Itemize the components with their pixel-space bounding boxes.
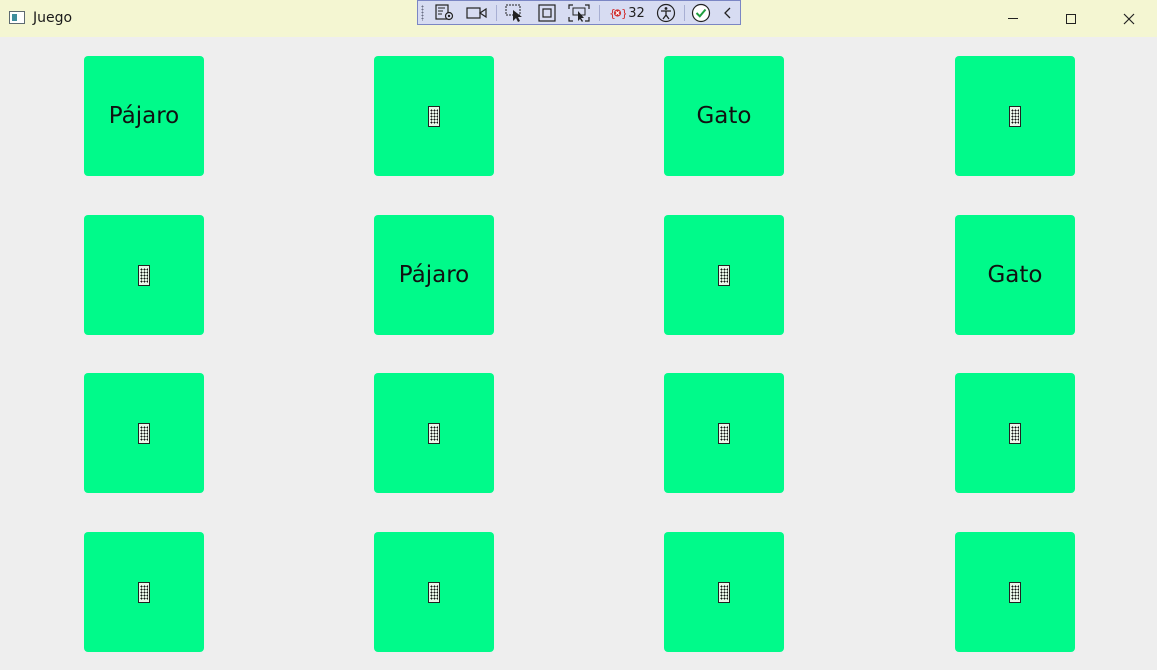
window-title: Juego xyxy=(33,10,73,26)
live-visual-tree-icon[interactable] xyxy=(433,3,457,23)
card-r2c3[interactable] xyxy=(955,373,1075,493)
card-r0c3[interactable] xyxy=(955,56,1075,176)
camera-icon[interactable] xyxy=(465,3,489,23)
binding-failures-count: 32 xyxy=(628,5,645,21)
card-back-icon xyxy=(718,581,730,603)
card-back-icon xyxy=(1009,581,1021,603)
card-label: Gato xyxy=(696,103,752,129)
card-r1c2[interactable] xyxy=(664,215,784,335)
select-element-icon[interactable] xyxy=(503,3,527,23)
card-back-icon xyxy=(428,422,440,444)
toolbar-separator xyxy=(684,5,685,21)
card-label: Gato xyxy=(987,262,1043,288)
svg-text:}: } xyxy=(621,7,626,20)
hot-reload-ok-icon[interactable] xyxy=(689,3,713,23)
binding-failures-button[interactable]: { } 32 xyxy=(606,3,648,23)
maximize-icon xyxy=(1066,13,1076,24)
card-r2c0[interactable] xyxy=(84,373,204,493)
card-back-icon xyxy=(138,422,150,444)
card-back-icon xyxy=(718,264,730,286)
toolbar-grip-icon[interactable] xyxy=(421,5,424,21)
card-r2c1[interactable] xyxy=(374,373,494,493)
close-icon xyxy=(1123,13,1135,24)
card-label: Pájaro xyxy=(398,262,470,288)
toolbar-separator xyxy=(599,5,600,21)
accessibility-icon[interactable] xyxy=(654,3,678,23)
minimize-button[interactable] xyxy=(990,0,1036,37)
card-r3c3[interactable] xyxy=(955,532,1075,652)
card-back-icon xyxy=(1009,105,1021,127)
card-back-icon xyxy=(428,581,440,603)
card-r0c1[interactable] xyxy=(374,56,494,176)
card-label: Pájaro xyxy=(108,103,180,129)
card-r0c2[interactable]: Gato xyxy=(664,56,784,176)
card-back-icon xyxy=(138,581,150,603)
collapse-chevron-icon[interactable] xyxy=(718,3,738,23)
title-bar: Juego {32 xyxy=(0,0,1157,37)
minimize-icon xyxy=(1008,18,1018,19)
card-r1c1[interactable]: Pájaro xyxy=(374,215,494,335)
card-r0c0[interactable]: Pájaro xyxy=(84,56,204,176)
card-back-icon xyxy=(1009,422,1021,444)
xaml-debug-toolbar: { } 32 xyxy=(417,0,741,25)
card-r3c0[interactable] xyxy=(84,532,204,652)
card-r1c0[interactable] xyxy=(84,215,204,335)
toolbar-separator xyxy=(496,5,497,21)
app-window-icon xyxy=(9,11,25,24)
card-back-icon xyxy=(718,422,730,444)
card-r3c1[interactable] xyxy=(374,532,494,652)
display-layout-adorners-icon[interactable] xyxy=(535,3,559,23)
close-button[interactable] xyxy=(1106,0,1152,37)
track-focus-icon[interactable] xyxy=(566,3,592,23)
card-r1c3[interactable]: Gato xyxy=(955,215,1075,335)
binding-failures-icon: { } xyxy=(609,7,626,20)
card-back-icon xyxy=(138,264,150,286)
card-r3c2[interactable] xyxy=(664,532,784,652)
maximize-button[interactable] xyxy=(1048,0,1094,37)
card-back-icon xyxy=(428,105,440,127)
card-r2c2[interactable] xyxy=(664,373,784,493)
